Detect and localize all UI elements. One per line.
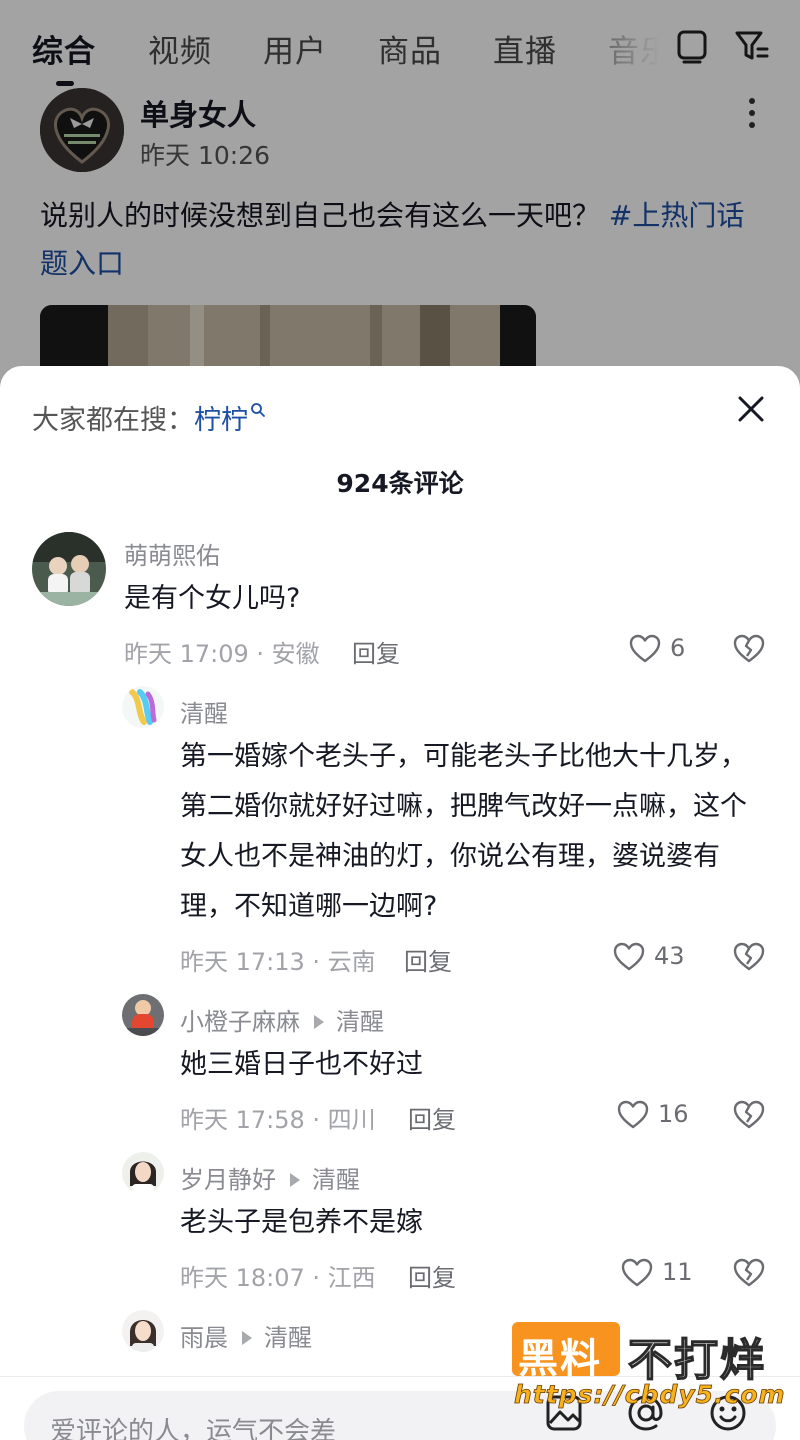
avatar[interactable]	[122, 1310, 164, 1352]
comment-meta: 昨天 18:07 · 江西	[180, 1264, 376, 1292]
comment-author-name[interactable]: 岁月静好 清醒	[180, 1160, 360, 1195]
reply-arrow-icon	[314, 1015, 324, 1029]
comment-input-placeholder: 爱评论的人，运气不会差	[50, 1417, 337, 1440]
like-button[interactable]: 11	[620, 1256, 710, 1292]
hot-search-label: 大家都在搜：	[32, 405, 194, 436]
watermark: 黑料 不打烊 https://cbdy5.com	[512, 1322, 785, 1414]
reply-button[interactable]: 回复	[408, 1100, 456, 1135]
comment-text: 老头子是包养不是嫁	[180, 1207, 423, 1238]
comment-text: 她三婚日子也不好过	[180, 1049, 423, 1080]
watermark-badge-text: 黑料	[518, 1336, 602, 1382]
hot-search-bar[interactable]: 大家都在搜：柠柠	[32, 398, 266, 437]
heart-icon	[621, 1258, 653, 1287]
comment-author-label: 小橙子麻麻	[180, 1008, 300, 1036]
like-count: 16	[658, 1100, 689, 1128]
comment-author-name[interactable]: 雨晨 清醒	[180, 1318, 312, 1353]
avatar[interactable]	[32, 532, 106, 606]
watermark-side-text: 不打烊	[627, 1334, 766, 1387]
search-icon	[251, 403, 265, 417]
comment-text: 是有个女儿吗?	[124, 583, 301, 614]
comment-text: 第一婚嫁个老头子，可能老头子比他大十几岁，第二婚你就好好过嘛，把脾气改好一点嘛，…	[180, 741, 747, 922]
comment-meta: 昨天 17:13 · 云南	[180, 948, 376, 976]
like-button[interactable]: 43	[612, 940, 702, 976]
reply-to-name: 清醒	[336, 1008, 384, 1036]
reply-to-name: 清醒	[312, 1166, 360, 1194]
comment-author-name[interactable]: 萌萌熙佑	[124, 536, 220, 571]
comment-author-label: 雨晨	[180, 1324, 228, 1352]
avatar[interactable]	[122, 686, 164, 728]
close-icon[interactable]	[734, 392, 768, 426]
dim-overlay[interactable]	[0, 0, 800, 420]
like-button[interactable]: 16	[616, 1098, 706, 1134]
watermark-badge: 黑料	[512, 1322, 620, 1382]
comment-author-label: 岁月静好	[180, 1166, 276, 1194]
avatar[interactable]	[122, 1152, 164, 1194]
comment-meta: 昨天 17:09 · 安徽	[124, 640, 320, 668]
like-count: 6	[670, 634, 686, 662]
reply-arrow-icon	[242, 1331, 252, 1345]
reply-button[interactable]: 回复	[408, 1258, 456, 1293]
reply-to-name: 清醒	[264, 1324, 312, 1352]
like-count: 11	[662, 1258, 693, 1286]
heart-icon	[629, 634, 661, 663]
comment-count-title: 924条评论	[336, 469, 464, 498]
comment-author-name[interactable]: 小橙子麻麻 清醒	[180, 1002, 384, 1037]
watermark-url: https://cbdy5.com	[514, 1380, 786, 1410]
dislike-icon[interactable]	[732, 940, 766, 974]
comment-sheet: 大家都在搜：柠柠 924条评论 萌萌熙佑 是有个女儿吗? 昨天 17:09 · …	[0, 366, 800, 1440]
background-feed: 综合 视频 用户 商品 直播 音乐 单身女人 昨天 10:26 说别人的时候	[0, 0, 800, 420]
like-count: 43	[654, 942, 685, 970]
reply-button[interactable]: 回复	[404, 942, 452, 977]
dislike-icon[interactable]	[732, 1256, 766, 1290]
heart-icon	[617, 1100, 649, 1129]
comment-meta: 昨天 17:58 · 四川	[180, 1106, 376, 1134]
dislike-icon[interactable]	[732, 1098, 766, 1132]
like-button[interactable]: 6	[628, 632, 708, 668]
comment-author-name[interactable]: 清醒	[180, 694, 228, 729]
dislike-icon[interactable]	[732, 632, 766, 666]
avatar[interactable]	[122, 994, 164, 1036]
reply-arrow-icon	[290, 1173, 300, 1187]
hot-search-keyword[interactable]: 柠柠	[194, 405, 248, 436]
heart-icon	[613, 942, 645, 971]
reply-button[interactable]: 回复	[352, 634, 400, 669]
